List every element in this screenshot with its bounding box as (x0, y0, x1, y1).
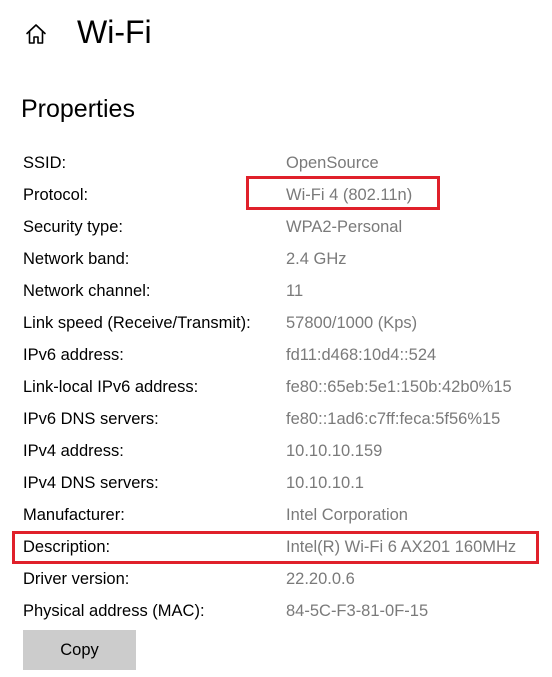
property-value: fd11:d468:10d4::524 (286, 346, 437, 364)
property-value: fe80::65eb:5e1:150b:42b0%15 (286, 378, 512, 396)
property-row-ssid: SSID: OpenSource (23, 147, 543, 179)
property-label: Network channel: (23, 282, 151, 300)
property-row-link-local-ipv6: Link-local IPv6 address: fe80::65eb:5e1:… (23, 371, 543, 403)
section-title: Properties (21, 95, 135, 123)
property-value: 57800/1000 (Kps) (286, 314, 418, 332)
property-label: Physical address (MAC): (23, 602, 205, 620)
property-label: Security type: (23, 218, 123, 236)
property-row-ipv6-dns: IPv6 DNS servers: fe80::1ad6:c7ff:feca:5… (23, 403, 543, 435)
property-value: 11 (286, 282, 304, 300)
property-value: WPA2-Personal (286, 218, 403, 236)
page-title: Wi-Fi (77, 14, 152, 50)
property-value: 10.10.10.159 (286, 442, 383, 460)
description-highlight-box (12, 531, 539, 564)
property-row-manufacturer: Manufacturer: Intel Corporation (23, 499, 543, 531)
property-row-ipv6-address: IPv6 address: fd11:d468:10d4::524 (23, 339, 543, 371)
property-row-link-speed: Link speed (Receive/Transmit): 57800/100… (23, 307, 543, 339)
property-label: Network band: (23, 250, 130, 268)
property-row-ipv4-dns: IPv4 DNS servers: 10.10.10.1 (23, 467, 543, 499)
property-value: 10.10.10.1 (286, 474, 364, 492)
property-value: OpenSource (286, 154, 379, 172)
property-label: IPv6 address: (23, 346, 124, 364)
copy-button[interactable]: Copy (23, 630, 136, 670)
property-label: IPv6 DNS servers: (23, 410, 159, 428)
property-row-network-channel: Network channel: 11 (23, 275, 543, 307)
home-icon[interactable] (24, 22, 48, 46)
property-value: fe80::1ad6:c7ff:feca:5f56%15 (286, 410, 501, 428)
property-label: Manufacturer: (23, 506, 125, 524)
property-value: 2.4 GHz (286, 250, 347, 268)
property-label: IPv4 DNS servers: (23, 474, 159, 492)
property-value: 84-5C-F3-81-0F-15 (286, 602, 429, 620)
property-value: Intel Corporation (286, 506, 408, 524)
protocol-highlight-box (246, 176, 440, 210)
property-value: 22.20.0.6 (286, 570, 355, 588)
property-label: Protocol: (23, 186, 89, 204)
property-label: SSID: (23, 154, 67, 172)
property-row-ipv4-address: IPv4 address: 10.10.10.159 (23, 435, 543, 467)
property-row-physical-address: Physical address (MAC): 84-5C-F3-81-0F-1… (23, 595, 543, 627)
page-header: Wi-Fi (0, 0, 552, 70)
property-row-driver-version: Driver version: 22.20.0.6 (23, 563, 543, 595)
property-label: Link speed (Receive/Transmit): (23, 314, 251, 332)
property-row-network-band: Network band: 2.4 GHz (23, 243, 543, 275)
property-row-security-type: Security type: WPA2-Personal (23, 211, 543, 243)
property-label: IPv4 address: (23, 442, 124, 460)
property-label: Driver version: (23, 570, 130, 588)
property-label: Link-local IPv6 address: (23, 378, 199, 396)
